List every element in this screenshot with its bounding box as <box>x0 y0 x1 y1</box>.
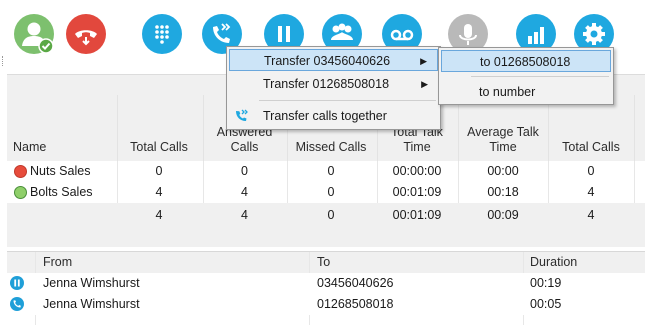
active-calls-table: From To Duration Jenna Wimshurst 0345604… <box>7 251 645 325</box>
menu-item-label: Transfer 03456040626 <box>264 54 391 68</box>
queue-name: Bolts Sales <box>30 185 93 199</box>
call-duration: 00:19 <box>530 276 562 290</box>
header-name[interactable]: Name <box>13 140 113 155</box>
cell-total-talk-time: 00:01:09 <box>392 185 442 199</box>
menu-item-transfer-1[interactable]: Transfer 03456040626 ▶ <box>229 49 438 71</box>
menu-item-label: Transfer calls together <box>263 109 387 123</box>
agent-status-button[interactable] <box>14 14 54 54</box>
cell-total-calls-2: 4 <box>587 185 595 199</box>
cell-total-calls: 4 <box>155 185 163 199</box>
total-answered-calls: 4 <box>241 208 248 222</box>
table-row[interactable]: Jenna Wimshurst 03456040626 00:19 <box>7 273 645 294</box>
menu-item-label: to 01268508018 <box>480 55 571 69</box>
header-total-calls-2[interactable]: Total Calls <box>551 140 631 155</box>
submenu-item-to-number-1[interactable]: to 01268508018 <box>441 50 611 72</box>
call-from: Jenna Wimshurst <box>43 276 140 290</box>
cell-total-calls-2: 0 <box>587 164 595 178</box>
hangup-icon <box>75 30 97 46</box>
transfer-submenu: to 01268508018 to number <box>438 47 614 105</box>
queue-status-red-icon <box>14 164 27 178</box>
submenu-item-to-number[interactable]: to number <box>441 81 611 103</box>
cell-answered-calls: 4 <box>241 185 248 199</box>
menu-item-transfer-together[interactable]: Transfer calls together <box>229 105 438 127</box>
cell-missed-calls: 0 <box>327 164 335 178</box>
call-to: 03456040626 <box>317 276 394 290</box>
transfer-icon <box>234 108 250 131</box>
call-from: Jenna Wimshurst <box>43 297 140 311</box>
header-from[interactable]: From <box>43 255 72 269</box>
table-row[interactable]: Jenna Wimshurst 01268508018 00:05 <box>7 294 645 315</box>
menu-item-label: Transfer 01268508018 <box>263 77 390 91</box>
table-row[interactable]: Bolts Sales 4 4 0 00:01:09 00:18 4 <box>7 182 645 203</box>
total-total-calls: 4 <box>155 208 163 222</box>
cell-total-calls: 0 <box>155 164 163 178</box>
submenu-arrow-icon: ▶ <box>420 56 427 66</box>
cell-average-talk-time: 00:00 <box>487 164 519 178</box>
dialpad-button[interactable] <box>142 14 182 54</box>
submenu-arrow-icon: ▶ <box>421 79 428 89</box>
total-total-calls-2: 4 <box>587 208 595 222</box>
cell-answered-calls: 0 <box>241 164 248 178</box>
cell-total-talk-time: 00:00:00 <box>392 164 442 178</box>
transfer-menu: Transfer 03456040626 ▶ Transfer 01268508… <box>226 46 441 130</box>
hold-icon <box>10 276 24 290</box>
total-missed-calls: 0 <box>327 208 335 222</box>
menu-separator <box>259 100 436 101</box>
header-to[interactable]: To <box>317 255 330 269</box>
header-average-talk-time[interactable]: Average Talk Time <box>461 125 545 155</box>
menu-item-label: to number <box>479 85 536 99</box>
phone-icon <box>10 297 24 311</box>
hangup-button[interactable] <box>66 14 106 54</box>
call-duration: 00:05 <box>530 297 562 311</box>
total-average-talk-time: 00:09 <box>487 208 519 222</box>
splitter-grip[interactable] <box>2 56 5 66</box>
header-duration[interactable]: Duration <box>530 255 577 269</box>
table-row[interactable]: Nuts Sales 0 0 0 00:00:00 00:00 0 <box>7 161 645 182</box>
queue-status-green-icon <box>14 185 27 199</box>
menu-item-transfer-2[interactable]: Transfer 01268508018 ▶ <box>229 73 438 95</box>
cell-average-talk-time: 00:18 <box>487 185 519 199</box>
agent-status-icon <box>22 22 54 54</box>
dialpad-icon <box>155 25 169 44</box>
total-total-talk-time: 00:01:09 <box>392 208 442 222</box>
active-calls-header: From To Duration <box>7 252 645 273</box>
queue-name: Nuts Sales <box>30 164 91 178</box>
menu-separator <box>471 76 609 77</box>
header-missed-calls[interactable]: Missed Calls <box>287 140 375 155</box>
cell-missed-calls: 0 <box>327 185 335 199</box>
header-total-calls[interactable]: Total Calls <box>119 140 199 155</box>
totals-row: 4 4 0 00:01:09 00:09 4 <box>7 203 645 247</box>
call-to: 01268508018 <box>317 297 394 311</box>
